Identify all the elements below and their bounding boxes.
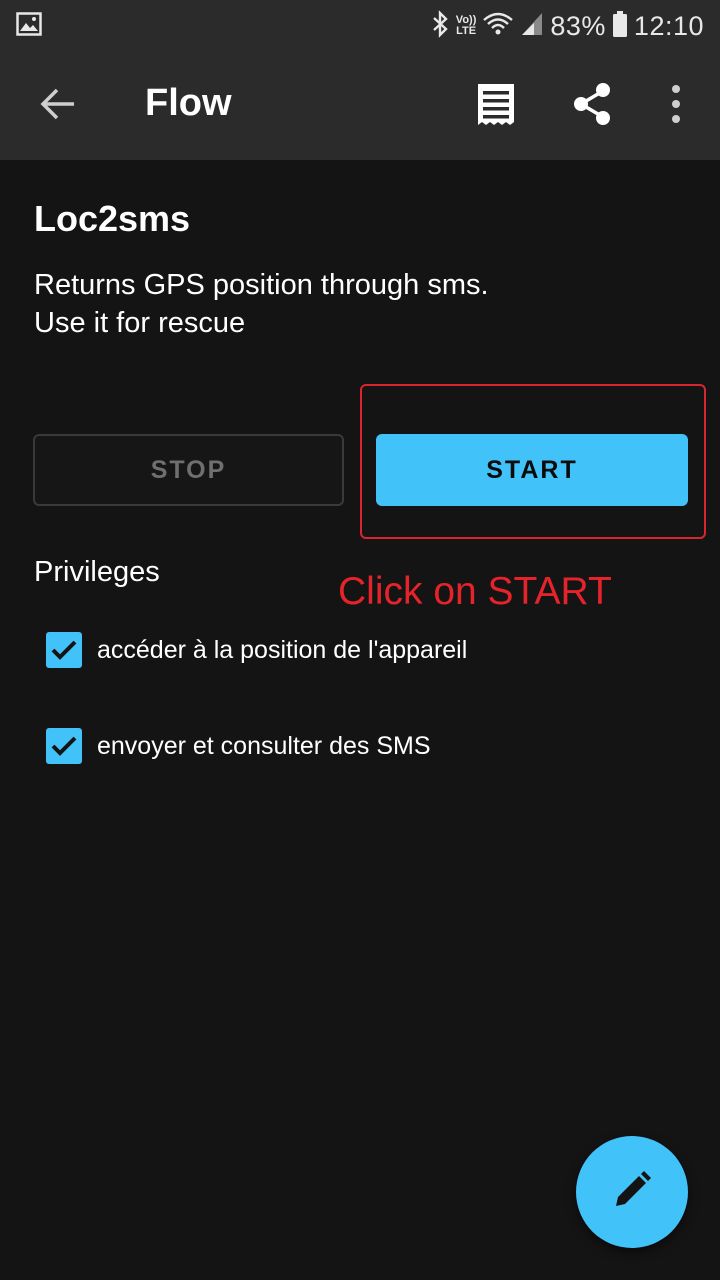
gallery-icon xyxy=(16,11,42,41)
edit-fab[interactable] xyxy=(576,1136,688,1248)
privilege-label: envoyer et consulter des SMS xyxy=(97,731,431,760)
check-icon xyxy=(51,736,77,756)
privileges-title: Privileges xyxy=(34,556,160,588)
stop-button[interactable]: STOP xyxy=(33,434,344,506)
back-button[interactable] xyxy=(32,80,84,132)
clock: 12:10 xyxy=(633,10,704,41)
check-icon xyxy=(51,640,77,660)
volte-indicator: Vo)) LTE xyxy=(456,15,477,37)
log-button[interactable] xyxy=(468,78,524,134)
privilege-label: accéder à la position de l'appareil xyxy=(97,635,468,664)
privilege-item-sms[interactable]: envoyer et consulter des SMS xyxy=(46,726,431,766)
signal-icon xyxy=(520,11,544,42)
bluetooth-icon xyxy=(432,9,450,43)
checkbox-sms[interactable] xyxy=(46,728,82,764)
start-button[interactable]: START xyxy=(376,434,688,506)
back-arrow-icon xyxy=(40,88,76,125)
battery-percent: 83% xyxy=(550,10,606,41)
app-title: Flow xyxy=(145,82,232,124)
screen: Vo)) LTE 83% 12:10 Flow Loc2sms Returns … xyxy=(0,0,720,1280)
share-button[interactable] xyxy=(564,78,620,134)
privilege-item-location[interactable]: accéder à la position de l'appareil xyxy=(46,630,467,670)
more-vert-icon xyxy=(670,84,682,129)
pencil-icon xyxy=(612,1170,652,1215)
status-bar: Vo)) LTE 83% 12:10 xyxy=(0,0,720,52)
lte-label: LTE xyxy=(456,25,477,37)
log-icon xyxy=(477,82,515,131)
more-options-button[interactable] xyxy=(648,78,704,134)
share-icon xyxy=(572,82,612,131)
flow-description: Returns GPS position through sms. Use it… xyxy=(34,266,674,342)
click-hint-annotation: Click on START xyxy=(338,570,612,613)
flow-description-line-1: Returns GPS position through sms. xyxy=(34,269,489,301)
checkbox-location[interactable] xyxy=(46,632,82,668)
app-bar: Flow xyxy=(0,52,720,160)
battery-icon xyxy=(612,10,628,43)
flow-description-line-2: Use it for rescue xyxy=(34,307,246,339)
wifi-icon xyxy=(482,11,514,42)
flow-name: Loc2sms xyxy=(34,198,191,239)
